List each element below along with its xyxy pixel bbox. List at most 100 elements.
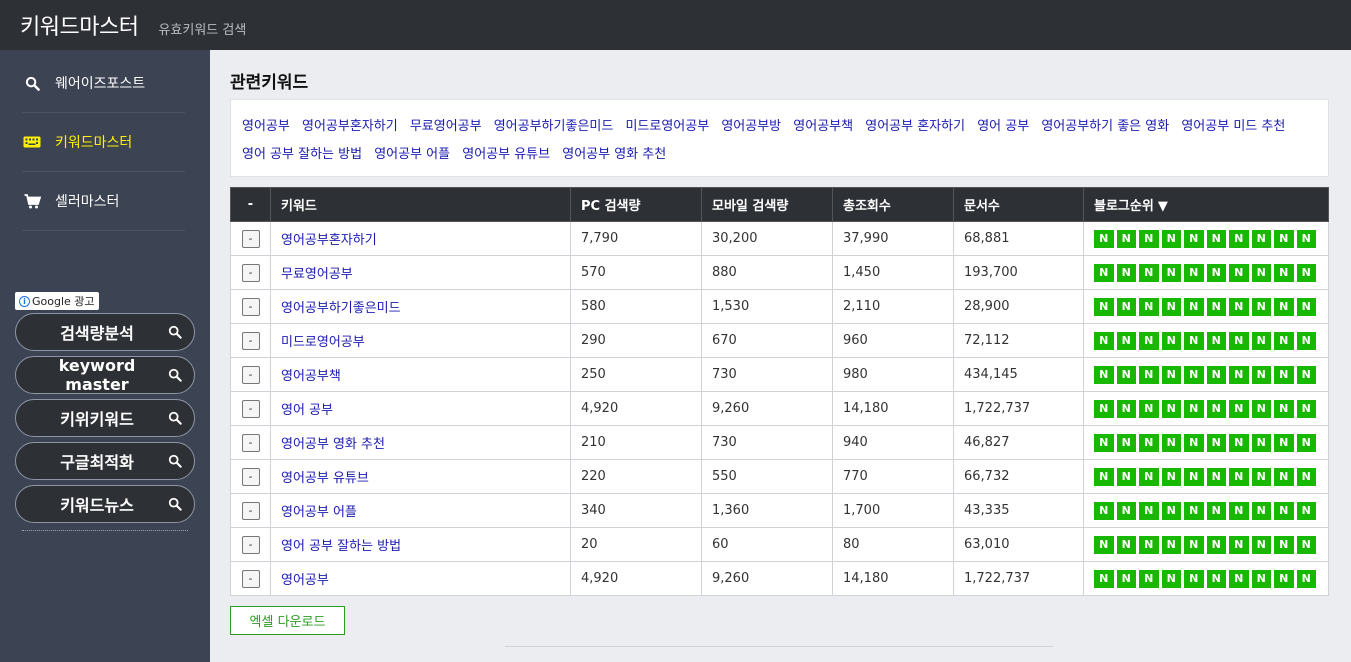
naver-badge[interactable]: N	[1161, 399, 1181, 418]
related-keyword-link[interactable]: 영어공부 혼자하기	[865, 119, 965, 134]
remove-row-button[interactable]: -	[241, 229, 260, 248]
naver-badge[interactable]: N	[1296, 433, 1316, 452]
related-keyword-link[interactable]: 영어공부하기좋은미드	[494, 119, 614, 134]
related-keyword-link[interactable]: 영어공부 유튜브	[462, 147, 550, 162]
naver-badge[interactable]: N	[1184, 297, 1204, 316]
naver-badge[interactable]: N	[1184, 433, 1204, 452]
naver-badge[interactable]: N	[1229, 297, 1249, 316]
naver-badge[interactable]: N	[1251, 229, 1271, 248]
naver-badge[interactable]: N	[1184, 535, 1204, 554]
naver-badge[interactable]: N	[1116, 535, 1136, 554]
naver-badge[interactable]: N	[1229, 501, 1249, 520]
naver-badge[interactable]: N	[1229, 365, 1249, 384]
related-keyword-link[interactable]: 영어공부 영화 추천	[562, 147, 666, 162]
naver-badge[interactable]: N	[1206, 569, 1226, 588]
naver-badge[interactable]: N	[1094, 331, 1114, 350]
naver-badge[interactable]: N	[1274, 365, 1294, 384]
naver-badge[interactable]: N	[1139, 263, 1159, 282]
naver-badge[interactable]: N	[1116, 365, 1136, 384]
excel-download-button[interactable]: 엑셀 다운로드	[230, 606, 345, 635]
naver-badge[interactable]: N	[1161, 501, 1181, 520]
naver-badge[interactable]: N	[1206, 331, 1226, 350]
naver-badge[interactable]: N	[1094, 569, 1114, 588]
naver-badge[interactable]: N	[1139, 433, 1159, 452]
remove-row-button[interactable]: -	[241, 297, 260, 316]
naver-badge[interactable]: N	[1139, 535, 1159, 554]
naver-badge[interactable]: N	[1296, 331, 1316, 350]
naver-badge[interactable]: N	[1229, 399, 1249, 418]
related-keyword-link[interactable]: 무료영어공부	[410, 119, 482, 134]
remove-row-button[interactable]: -	[241, 535, 260, 554]
naver-badge[interactable]: N	[1161, 433, 1181, 452]
naver-badge[interactable]: N	[1206, 501, 1226, 520]
remove-row-button[interactable]: -	[241, 433, 260, 452]
naver-badge[interactable]: N	[1229, 535, 1249, 554]
naver-badge[interactable]: N	[1251, 501, 1271, 520]
naver-badge[interactable]: N	[1094, 263, 1114, 282]
naver-badge[interactable]: N	[1229, 433, 1249, 452]
naver-badge[interactable]: N	[1116, 569, 1136, 588]
naver-badge[interactable]: N	[1161, 297, 1181, 316]
naver-badge[interactable]: N	[1184, 467, 1204, 486]
naver-badge[interactable]: N	[1184, 229, 1204, 248]
naver-badge[interactable]: N	[1161, 229, 1181, 248]
keyword-cell[interactable]: 영어 공부	[270, 391, 571, 426]
sidebar-item-keywordmaster[interactable]: 키워드마스터	[22, 113, 185, 172]
ad-link-kiwi-keyword[interactable]: 키위키워드	[15, 399, 195, 437]
naver-badge[interactable]: N	[1161, 535, 1181, 554]
related-keyword-link[interactable]: 영어공부방	[721, 119, 781, 134]
related-keyword-link[interactable]: 영어공부혼자하기	[302, 119, 398, 134]
naver-badge[interactable]: N	[1206, 399, 1226, 418]
naver-badge[interactable]: N	[1094, 229, 1114, 248]
keyword-cell[interactable]: 영어공부혼자하기	[270, 221, 571, 256]
remove-row-button[interactable]: -	[241, 569, 260, 588]
sidebar-item-sellermaster[interactable]: 셀러마스터	[22, 172, 185, 231]
related-keyword-link[interactable]: 영어 공부 잘하는 방법	[242, 147, 362, 162]
naver-badge[interactable]: N	[1296, 569, 1316, 588]
naver-badge[interactable]: N	[1116, 433, 1136, 452]
naver-badge[interactable]: N	[1206, 297, 1226, 316]
naver-badge[interactable]: N	[1206, 263, 1226, 282]
naver-badge[interactable]: N	[1161, 331, 1181, 350]
keyword-cell[interactable]: 영어공부 영화 추천	[270, 425, 571, 460]
naver-badge[interactable]: N	[1274, 467, 1294, 486]
naver-badge[interactable]: N	[1251, 365, 1271, 384]
naver-badge[interactable]: N	[1274, 263, 1294, 282]
naver-badge[interactable]: N	[1116, 501, 1136, 520]
related-keyword-link[interactable]: 영어공부책	[793, 119, 853, 134]
naver-badge[interactable]: N	[1229, 467, 1249, 486]
naver-badge[interactable]: N	[1206, 229, 1226, 248]
naver-badge[interactable]: N	[1296, 535, 1316, 554]
remove-row-button[interactable]: -	[241, 331, 260, 350]
naver-badge[interactable]: N	[1116, 297, 1136, 316]
naver-badge[interactable]: N	[1094, 399, 1114, 418]
naver-badge[interactable]: N	[1161, 467, 1181, 486]
naver-badge[interactable]: N	[1206, 467, 1226, 486]
naver-badge[interactable]: N	[1251, 297, 1271, 316]
sidebar-item-whereispost[interactable]: 웨어이즈포스트	[22, 54, 185, 113]
related-keyword-link[interactable]: 미드로영어공부	[625, 119, 709, 134]
naver-badge[interactable]: N	[1139, 501, 1159, 520]
naver-badge[interactable]: N	[1251, 399, 1271, 418]
naver-badge[interactable]: N	[1296, 297, 1316, 316]
col-header-total-views[interactable]: 총조회수	[832, 187, 954, 222]
remove-row-button[interactable]: -	[241, 467, 260, 486]
naver-badge[interactable]: N	[1116, 229, 1136, 248]
naver-badge[interactable]: N	[1139, 365, 1159, 384]
keyword-cell[interactable]: 영어공부 유튜브	[270, 459, 571, 494]
keyword-cell[interactable]: 무료영어공부	[270, 255, 571, 290]
naver-badge[interactable]: N	[1094, 535, 1114, 554]
ad-link-keyword-news[interactable]: 키워드뉴스	[15, 485, 195, 523]
naver-badge[interactable]: N	[1116, 399, 1136, 418]
naver-badge[interactable]: N	[1184, 501, 1204, 520]
naver-badge[interactable]: N	[1184, 331, 1204, 350]
col-header-keyword[interactable]: 키워드	[270, 187, 571, 222]
naver-badge[interactable]: N	[1251, 535, 1271, 554]
naver-badge[interactable]: N	[1184, 569, 1204, 588]
remove-row-button[interactable]: -	[241, 501, 260, 520]
naver-badge[interactable]: N	[1116, 331, 1136, 350]
naver-badge[interactable]: N	[1184, 399, 1204, 418]
related-keyword-link[interactable]: 영어공부 미드 추천	[1181, 119, 1285, 134]
naver-badge[interactable]: N	[1274, 433, 1294, 452]
naver-badge[interactable]: N	[1296, 365, 1316, 384]
